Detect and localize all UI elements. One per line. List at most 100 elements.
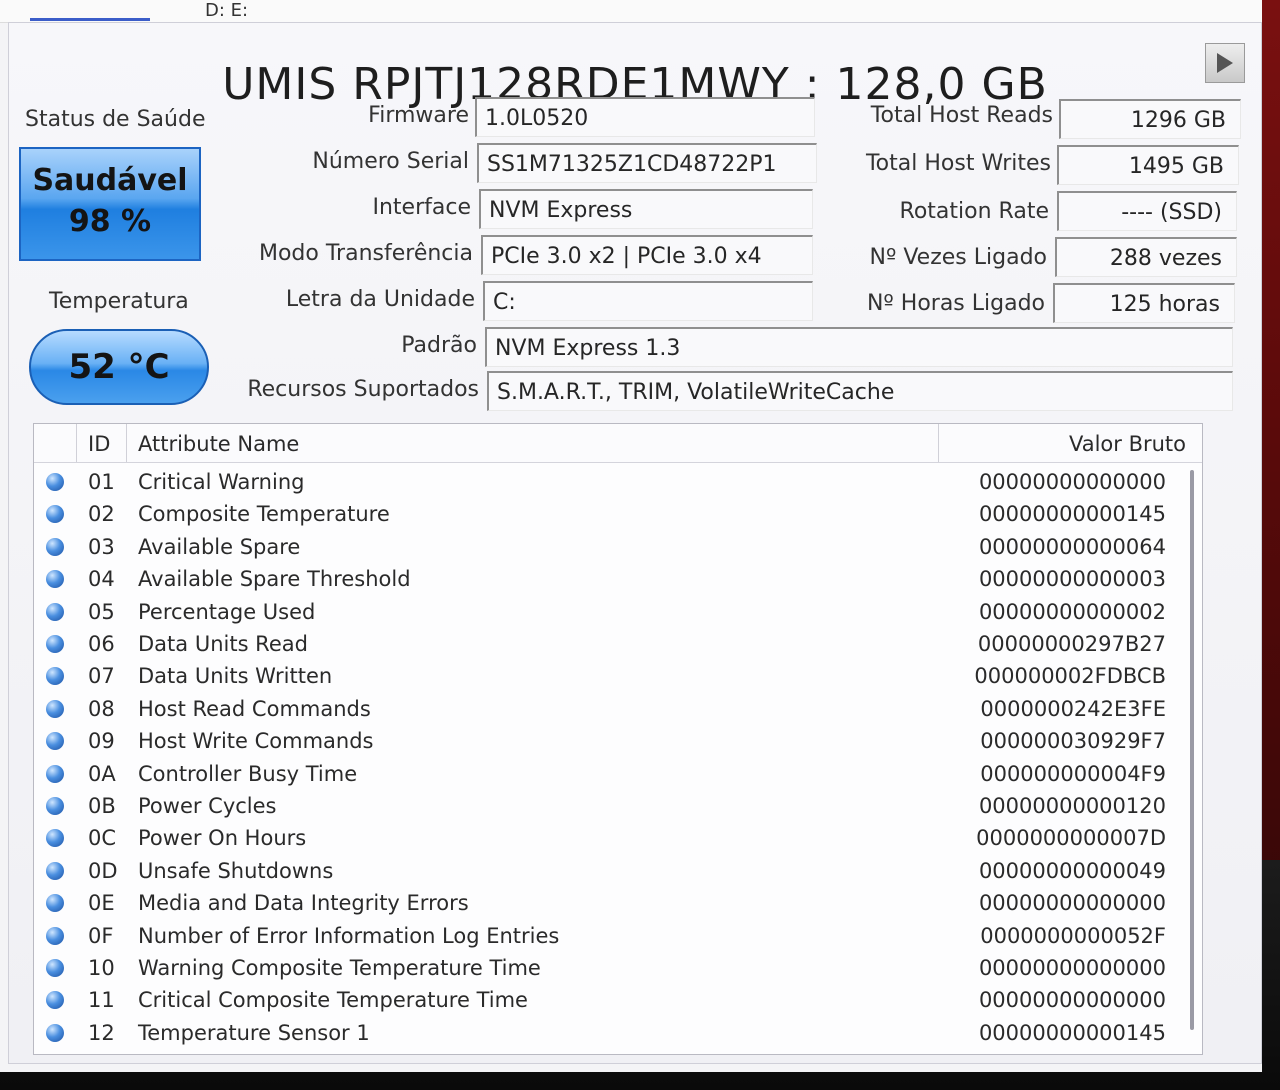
attribute-name: Percentage Used <box>138 599 316 624</box>
status-dot-icon <box>46 894 64 913</box>
column-separator[interactable] <box>126 424 127 462</box>
attribute-name: Critical Warning <box>138 470 305 494</box>
table-row[interactable]: 06 Data Units Read 00000000297B27 <box>34 628 1202 661</box>
table-row[interactable]: 05 Percentage Used 00000000000002 <box>34 596 1202 629</box>
table-row[interactable]: 02 Composite Temperature 00000000000145 <box>34 498 1202 531</box>
supported-features-field: S.M.A.R.T., TRIM, VolatileWriteCache <box>487 371 1233 411</box>
attribute-id: 02 <box>88 502 115 527</box>
supported-features-label: Recursos Suportados <box>247 377 479 402</box>
status-dot-icon <box>46 537 64 556</box>
vertical-scrollbar[interactable] <box>1190 470 1194 1030</box>
status-dot-icon <box>46 991 64 1010</box>
attribute-name: Host Write Commands <box>138 729 374 754</box>
table-row[interactable]: 01 Critical Warning 00000000000000 <box>34 466 1202 499</box>
firmware-field: 1.0L0520 <box>475 97 815 137</box>
table-row[interactable]: 0C Power On Hours 0000000000007D <box>34 822 1202 855</box>
table-row[interactable]: 11 Critical Composite Temperature Time 000… <box>34 984 1202 1017</box>
status-dot-icon <box>46 829 64 848</box>
attribute-id: 09 <box>88 729 115 754</box>
attribute-id: 10 <box>88 956 115 980</box>
transfer-mode-field: PCIe 3.0 x2 | PCIe 3.0 x4 <box>481 235 813 275</box>
interface-label: Interface <box>372 195 472 220</box>
table-row[interactable]: 03 Available Spare 00000000000064 <box>34 531 1202 564</box>
attribute-id: 04 <box>88 567 115 592</box>
table-row[interactable]: 0A Controller Busy Time 000000000004F9 <box>34 758 1202 791</box>
next-disk-button[interactable] <box>1205 43 1245 83</box>
attribute-raw-value: 00000000000000 <box>978 988 1166 1013</box>
attribute-raw-value: 000000030929F7 <box>980 729 1166 754</box>
power-on-count-field: 288 vezes <box>1055 237 1237 277</box>
attribute-name: Controller Busy Time <box>138 761 358 786</box>
transfer-mode-label: Modo Transferência <box>258 241 473 266</box>
status-dot-icon <box>46 505 64 524</box>
attribute-id: 06 <box>88 632 115 656</box>
table-row[interactable]: 08 Host Read Commands 0000000242E3FE <box>34 693 1202 726</box>
power-on-hours-label: Nº Horas Ligado <box>866 291 1045 316</box>
status-dot-icon <box>46 473 64 491</box>
status-dot-icon <box>46 699 64 718</box>
attribute-id: 0E <box>88 891 115 916</box>
table-row[interactable]: 12 Temperature Sensor 1 00000000000145 <box>34 1017 1202 1050</box>
attribute-name: Power On Hours <box>138 826 307 851</box>
temperature-label: Temperatura <box>49 289 189 314</box>
column-header-raw-value[interactable]: Valor Bruto <box>1069 432 1186 456</box>
table-row[interactable]: 0B Power Cycles 00000000000120 <box>34 790 1202 823</box>
serial-number-field: SS1M71325Z1CD48722P1 <box>477 143 817 183</box>
health-status-badge[interactable]: Saudável 98 % <box>19 147 201 261</box>
attribute-raw-value: 00000000000000 <box>978 470 1166 494</box>
rotation-rate-field: ---- (SSD) <box>1057 191 1237 231</box>
attribute-raw-value: 00000000000145 <box>978 1020 1166 1045</box>
table-row[interactable]: 0E Media and Data Integrity Errors 0000000… <box>34 887 1202 920</box>
health-status-text: Saudável <box>32 163 188 198</box>
attribute-raw-value: 0000000242E3FE <box>980 696 1166 721</box>
attribute-id: 11 <box>88 988 115 1013</box>
disk-info-panel: UMIS RPJTJ128RDE1MWY : 128,0 GB Status d… <box>8 22 1262 1064</box>
attribute-raw-value: 00000000297B27 <box>977 632 1166 656</box>
attribute-id: 0A <box>88 761 116 786</box>
attribute-name: Critical Composite Temperature Time <box>138 988 528 1013</box>
interface-field: NVM Express <box>479 189 813 229</box>
attribute-raw-value: 0000000000007D <box>976 826 1166 851</box>
total-host-reads-field: 1296 GB <box>1059 99 1241 139</box>
table-row[interactable]: 09 Host Write Commands 000000030929F7 <box>34 725 1202 758</box>
attribute-raw-value: 00000000000064 <box>978 534 1166 559</box>
total-host-writes-label: Total Host Writes <box>865 151 1051 176</box>
status-dot-icon <box>46 635 64 653</box>
smart-attributes-table[interactable]: ID Attribute Name Valor Bruto 01 Critical… <box>33 423 1203 1055</box>
standard-label: Padrão <box>401 333 477 358</box>
health-status-label: Status de Saúde <box>25 107 206 132</box>
attribute-raw-value: 00000000000000 <box>978 891 1166 916</box>
firmware-label: Firmware <box>368 103 469 128</box>
active-disk-tab-indicator[interactable] <box>30 18 150 21</box>
column-header-id[interactable]: ID <box>88 432 110 456</box>
temperature-badge[interactable]: 52 °C <box>29 329 209 405</box>
table-row[interactable]: 07 Data Units Written 000000002FDBCB <box>34 660 1202 693</box>
attribute-name: Available Spare Threshold <box>138 567 411 592</box>
status-dot-icon <box>46 602 64 621</box>
attribute-raw-value: 00000000000049 <box>978 858 1166 883</box>
attribute-name: Host Read Commands <box>138 696 371 721</box>
column-header-attribute-name[interactable]: Attribute Name <box>138 432 299 456</box>
drive-letter-label: Letra da Unidade <box>285 287 475 312</box>
attribute-raw-value: 0000000000052F <box>980 923 1166 948</box>
attribute-id: 03 <box>88 534 115 559</box>
attribute-name: Power Cycles <box>138 794 277 818</box>
health-status-percent: 98 % <box>68 204 152 239</box>
table-row[interactable]: 0F Number of Error Information Log Entrie… <box>34 920 1202 953</box>
attribute-raw-value: 00000000000002 <box>978 599 1166 624</box>
attribute-name: Available Spare <box>138 534 301 559</box>
table-row[interactable]: 04 Available Spare Threshold 0000000000000… <box>34 563 1202 596</box>
attribute-id: 0C <box>88 826 117 851</box>
status-dot-icon <box>46 764 64 783</box>
disk-tab-drive-letters[interactable]: D: E: <box>205 0 248 21</box>
attribute-name: Temperature Sensor 1 <box>138 1020 370 1045</box>
status-dot-icon <box>46 570 64 589</box>
table-row[interactable]: 0D Unsafe Shutdowns 00000000000049 <box>34 855 1202 888</box>
table-row[interactable]: 10 Warning Composite Temperature Time 0000… <box>34 952 1202 985</box>
column-separator[interactable] <box>76 424 77 462</box>
column-separator[interactable] <box>938 424 939 462</box>
attribute-raw-value: 00000000000145 <box>978 502 1166 527</box>
attribute-raw-value: 000000000004F9 <box>980 761 1166 786</box>
attribute-name: Unsafe Shutdowns <box>138 858 334 883</box>
play-icon <box>1217 53 1233 73</box>
